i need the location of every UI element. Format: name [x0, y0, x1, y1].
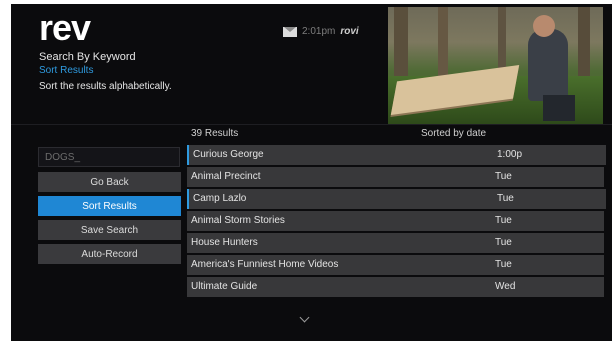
mail-icon[interactable] — [283, 26, 297, 37]
result-title: Curious George — [193, 149, 264, 160]
save-search-button[interactable]: Save Search — [38, 220, 181, 240]
preview-person-head — [533, 15, 555, 37]
result-row[interactable]: Animal Storm Stories Tue — [187, 211, 604, 231]
auto-record-button[interactable]: Auto-Record — [38, 244, 181, 264]
result-title: House Hunters — [191, 237, 258, 248]
preview-person — [528, 29, 568, 101]
result-row[interactable]: Curious George 1:00p — [187, 145, 606, 165]
result-title: America's Funniest Home Videos — [191, 259, 339, 270]
result-time: Wed — [495, 281, 516, 292]
result-time: Tue — [495, 215, 512, 226]
result-row[interactable]: Ultimate Guide Wed — [187, 277, 604, 297]
brand-logo: rovi — [340, 26, 359, 37]
result-row[interactable]: America's Funniest Home Videos Tue — [187, 255, 604, 275]
result-title: Ultimate Guide — [191, 281, 258, 292]
rev-logo: rev — [39, 7, 91, 48]
preview-person-legs — [543, 95, 575, 121]
breadcrumb-subtitle: Sort Results — [39, 65, 94, 76]
result-time: Tue — [495, 171, 512, 182]
result-time: 1:00p — [497, 149, 523, 160]
sort-results-button[interactable]: Sort Results — [38, 196, 181, 216]
video-preview[interactable] — [388, 7, 603, 124]
tv-screen: rev Search By Keyword Sort Results Sort … — [11, 4, 612, 341]
chevron-down-icon[interactable] — [299, 312, 310, 323]
result-time: Tue — [495, 259, 512, 270]
go-back-button[interactable]: Go Back — [38, 172, 181, 192]
breadcrumb-title: Search By Keyword — [39, 51, 136, 63]
result-title: Animal Storm Stories — [191, 215, 285, 226]
result-time: Tue — [495, 237, 512, 248]
result-row[interactable]: Camp Lazlo Tue — [187, 189, 606, 209]
result-row[interactable]: House Hunters Tue — [187, 233, 604, 253]
results-count: 39 Results — [191, 128, 239, 139]
help-text: Sort the results alphabetically. — [39, 81, 172, 92]
result-row[interactable]: Animal Precinct Tue — [187, 167, 604, 187]
result-title: Animal Precinct — [191, 171, 261, 182]
search-input[interactable]: DOGS_ — [38, 147, 180, 167]
result-time: Tue — [497, 193, 514, 204]
clock: 2:01pm — [302, 26, 336, 37]
header-divider — [11, 124, 612, 125]
result-title: Camp Lazlo — [193, 193, 247, 204]
sort-label: Sorted by date — [421, 128, 487, 139]
status-bar: 2:01pm rovi — [283, 26, 359, 37]
